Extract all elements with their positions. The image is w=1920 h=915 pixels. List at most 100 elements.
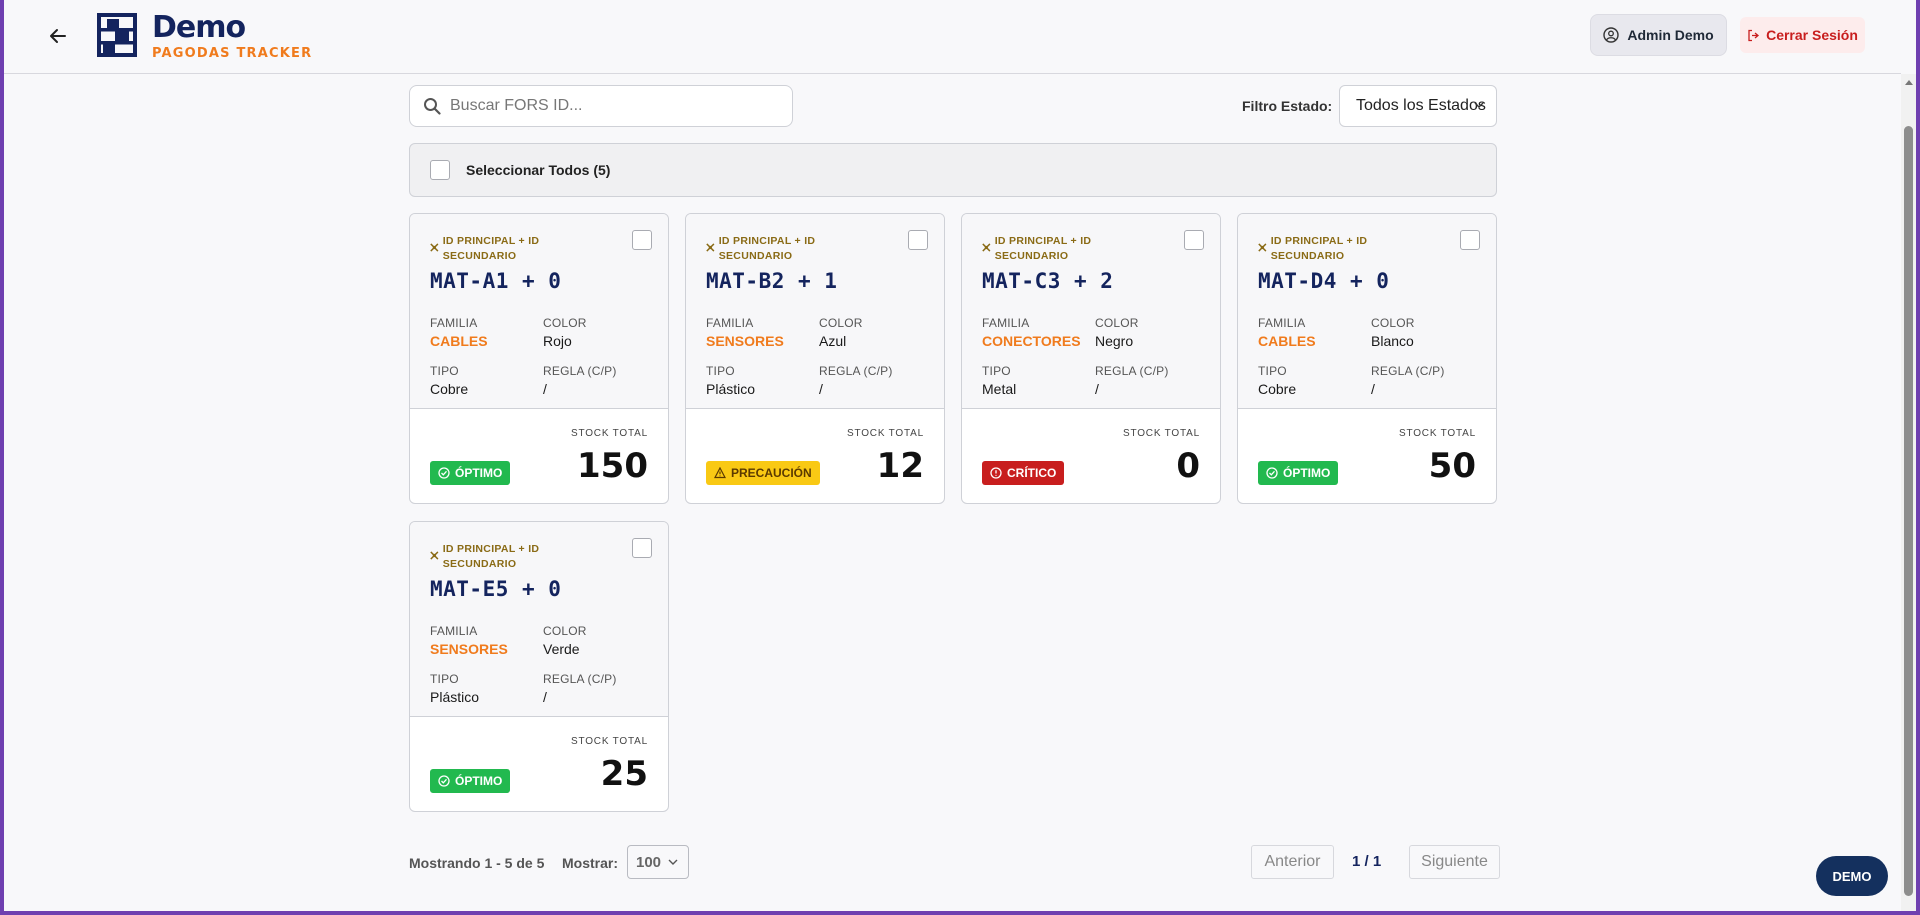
per-page-select[interactable]: 100 (627, 845, 689, 879)
regla-label: REGLA (C/P) (543, 364, 617, 378)
color-label: COLOR (543, 316, 587, 330)
search-box[interactable] (409, 85, 793, 127)
material-card[interactable]: ID PRINCIPAL + ID SECUNDARIO MAT-A1 + 0 … (409, 213, 669, 504)
page-indicator: 1 / 1 (1352, 853, 1382, 870)
select-all-bar: Seleccionar Todos (5) (409, 143, 1497, 197)
tipo-field: TIPO Cobre (1258, 364, 1296, 397)
color-value: Negro (1095, 333, 1134, 349)
brand-title: Demo (152, 10, 246, 45)
familia-field: FAMILIA CONECTORES (982, 316, 1081, 349)
color-value: Rojo (543, 333, 572, 349)
tipo-label: TIPO (1258, 364, 1287, 378)
logout-icon (1748, 29, 1760, 41)
status-filter-select[interactable]: Todos los Estados (1339, 85, 1497, 127)
per-page-label: Mostrar: (562, 855, 619, 871)
tipo-label: TIPO (430, 672, 459, 686)
color-field: COLOR Blanco (1371, 316, 1415, 349)
familia-field: FAMILIA CABLES (430, 316, 488, 349)
stock-total-label: STOCK TOTAL (847, 428, 924, 439)
familia-value: CABLES (1258, 333, 1316, 349)
tipo-label: TIPO (706, 364, 735, 378)
regla-field: REGLA (C/P) / (543, 364, 617, 397)
scrollbar-thumb[interactable] (1904, 126, 1913, 896)
familia-value: CONECTORES (982, 333, 1081, 349)
search-input[interactable] (450, 97, 770, 115)
alert-circle-icon (990, 467, 1002, 479)
user-menu-button[interactable]: Admin Demo (1590, 14, 1727, 56)
regla-field: REGLA (C/P) / (1095, 364, 1169, 397)
showing-range-text: Mostrando 1 - 5 de 5 (409, 855, 545, 871)
material-code: MAT-E5 + 0 (430, 577, 562, 601)
stock-total-value: 150 (577, 446, 648, 486)
regla-label: REGLA (C/P) (543, 672, 617, 686)
check-circle-icon (438, 775, 450, 787)
regla-field: REGLA (C/P) / (819, 364, 893, 397)
material-code: MAT-C3 + 2 (982, 269, 1114, 293)
color-label: COLOR (819, 316, 863, 330)
color-value: Azul (819, 333, 847, 349)
color-field: COLOR Azul (819, 316, 863, 349)
chevron-down-icon (668, 859, 678, 865)
color-field: COLOR Verde (543, 624, 587, 657)
regla-value: / (1095, 381, 1099, 397)
regla-value: / (1371, 381, 1375, 397)
regla-value: / (543, 689, 547, 705)
tipo-field: TIPO Metal (982, 364, 1016, 397)
familia-label: FAMILIA (706, 316, 754, 330)
key-icon (706, 243, 715, 252)
user-label: Admin Demo (1627, 27, 1714, 43)
familia-field: FAMILIA CABLES (1258, 316, 1316, 349)
search-icon (424, 98, 441, 115)
id-tag: ID PRINCIPAL + ID SECUNDARIO (1258, 234, 1408, 264)
card-checkbox[interactable] (908, 230, 928, 250)
familia-label: FAMILIA (430, 624, 478, 638)
material-card[interactable]: ID PRINCIPAL + ID SECUNDARIO MAT-E5 + 0 … (409, 521, 669, 812)
stock-total-value: 25 (600, 754, 648, 794)
familia-value: SENSORES (706, 333, 784, 349)
id-tag: ID PRINCIPAL + ID SECUNDARIO (706, 234, 856, 264)
material-card[interactable]: ID PRINCIPAL + ID SECUNDARIO MAT-B2 + 1 … (685, 213, 945, 504)
stock-total-label: STOCK TOTAL (571, 736, 648, 747)
tipo-value: Cobre (430, 381, 469, 397)
back-button[interactable] (42, 20, 74, 52)
demo-badge[interactable]: DEMO (1816, 856, 1888, 896)
arrow-left-icon (50, 29, 66, 43)
id-tag: ID PRINCIPAL + ID SECUNDARIO (430, 234, 580, 264)
tipo-label: TIPO (430, 364, 459, 378)
card-checkbox[interactable] (632, 230, 652, 250)
card-checkbox[interactable] (1184, 230, 1204, 250)
id-tag-label: ID PRINCIPAL + ID SECUNDARIO (994, 235, 1092, 262)
card-checkbox[interactable] (632, 538, 652, 558)
logout-button[interactable]: Cerrar Sesión (1740, 17, 1865, 53)
app-window: Demo PAGODAS TRACKER Admin Demo Cerrar S… (4, 0, 1916, 911)
stock-total-label: STOCK TOTAL (1123, 428, 1200, 439)
id-tag-label: ID PRINCIPAL + ID SECUNDARIO (1270, 235, 1368, 262)
previous-page-button[interactable]: Anterior (1251, 845, 1334, 879)
scroll-up-arrow-icon[interactable] (1905, 80, 1913, 85)
filter-label: Filtro Estado: (1242, 98, 1333, 114)
status-label: ÓPTIMO (455, 466, 503, 480)
id-tag-label: ID PRINCIPAL + ID SECUNDARIO (718, 235, 816, 262)
filter-value: Todos los Estados (1356, 97, 1486, 114)
select-all-label: Seleccionar Todos (5) (466, 162, 611, 178)
per-page-value: 100 (636, 853, 662, 871)
check-circle-icon (1266, 467, 1278, 479)
key-icon (1258, 243, 1267, 252)
material-card[interactable]: ID PRINCIPAL + ID SECUNDARIO MAT-D4 + 0 … (1237, 213, 1497, 504)
familia-label: FAMILIA (1258, 316, 1306, 330)
color-field: COLOR Negro (1095, 316, 1139, 349)
color-field: COLOR Rojo (543, 316, 587, 349)
id-tag-label: ID PRINCIPAL + ID SECUNDARIO (442, 543, 540, 570)
card-checkbox[interactable] (1460, 230, 1480, 250)
familia-field: FAMILIA SENSORES (706, 316, 784, 349)
material-card[interactable]: ID PRINCIPAL + ID SECUNDARIO MAT-C3 + 2 … (961, 213, 1221, 504)
regla-field: REGLA (C/P) / (543, 672, 617, 705)
stock-total-label: STOCK TOTAL (571, 428, 648, 439)
logout-label: Cerrar Sesión (1766, 27, 1858, 43)
select-all-checkbox[interactable] (430, 160, 450, 180)
status-badge: ÓPTIMO (1258, 461, 1339, 485)
stock-total-label: STOCK TOTAL (1399, 428, 1476, 439)
stock-total-value: 12 (876, 446, 924, 486)
tipo-label: TIPO (982, 364, 1011, 378)
next-page-button[interactable]: Siguiente (1409, 845, 1500, 879)
